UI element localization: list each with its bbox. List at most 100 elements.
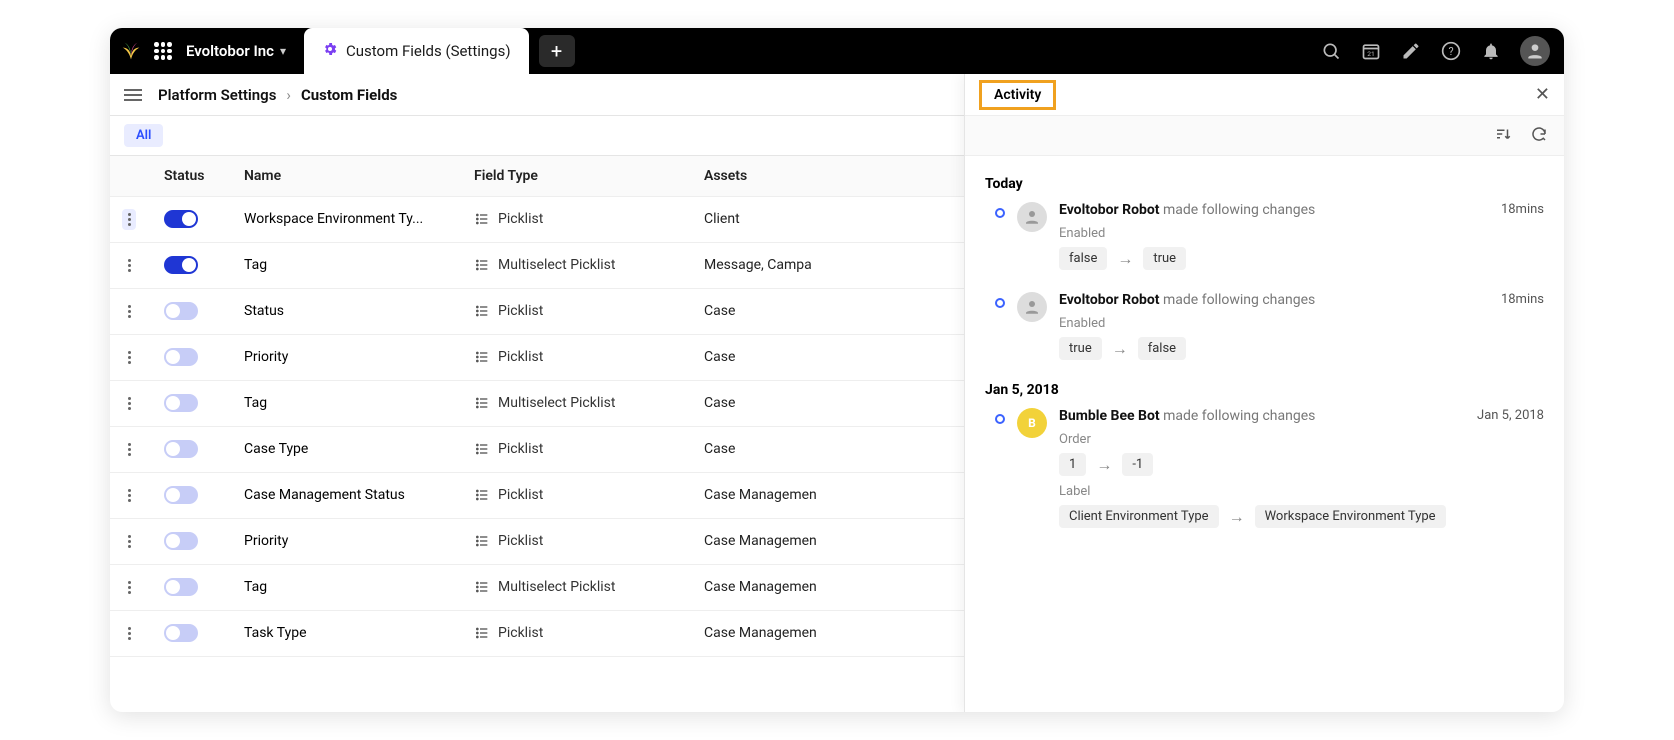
list-icon — [474, 625, 490, 641]
row-menu-icon[interactable] — [122, 209, 136, 230]
chevron-down-icon[interactable]: ▾ — [280, 44, 286, 58]
bell-icon[interactable] — [1480, 40, 1502, 62]
col-status[interactable]: Status — [152, 156, 232, 196]
row-type: Picklist — [498, 487, 543, 503]
status-toggle[interactable] — [164, 394, 198, 412]
actor-avatar — [1017, 202, 1047, 232]
arrow-right-icon: → — [1096, 455, 1112, 475]
org-name[interactable]: Evoltobor Inc — [186, 42, 274, 60]
activity-tab[interactable]: Activity — [979, 80, 1056, 110]
status-toggle[interactable] — [164, 532, 198, 550]
row-menu-icon[interactable] — [122, 301, 136, 322]
actor-name: Evoltobor Robot — [1059, 292, 1160, 308]
row-name: Tag — [232, 380, 462, 426]
row-assets: Message, Campa — [704, 257, 834, 273]
actor-name: Evoltobor Robot — [1059, 202, 1160, 218]
row-name: Tag — [232, 242, 462, 288]
list-icon — [474, 211, 490, 227]
activity-entry: Evoltobor Robot made following changes 1… — [985, 202, 1544, 270]
change-to: Workspace Environment Type — [1255, 505, 1446, 528]
row-name: Priority — [232, 334, 462, 380]
row-menu-icon[interactable] — [122, 531, 136, 552]
change-field: Order — [1059, 432, 1544, 447]
refresh-icon[interactable] — [1530, 125, 1548, 147]
row-name: Tag — [232, 564, 462, 610]
row-assets: Case Managemen — [704, 579, 834, 595]
entry-time: Jan 5, 2018 — [1477, 408, 1544, 423]
row-type: Multiselect Picklist — [498, 257, 615, 273]
menu-icon[interactable] — [124, 89, 142, 101]
status-toggle[interactable] — [164, 302, 198, 320]
row-menu-icon[interactable] — [122, 347, 136, 368]
row-name: Case Type — [232, 426, 462, 472]
row-assets: Case — [704, 349, 834, 365]
app-switcher-icon[interactable] — [154, 42, 172, 60]
list-icon — [474, 349, 490, 365]
arrow-right-icon: → — [1229, 507, 1245, 527]
action-text: made following changes — [1163, 292, 1315, 308]
change-to: true — [1143, 247, 1186, 270]
actor-avatar — [1017, 292, 1047, 322]
change-from: 1 — [1059, 453, 1086, 476]
list-icon — [474, 441, 490, 457]
row-menu-icon[interactable] — [122, 623, 136, 644]
status-toggle[interactable] — [164, 256, 198, 274]
row-menu-icon[interactable] — [122, 577, 136, 598]
change-from: true — [1059, 337, 1102, 360]
change-field: Label — [1059, 484, 1544, 499]
row-menu-icon[interactable] — [122, 393, 136, 414]
activity-date-label: Jan 5, 2018 — [985, 382, 1544, 398]
add-tab-button[interactable]: + — [539, 35, 575, 67]
row-menu-icon[interactable] — [122, 439, 136, 460]
calendar-icon[interactable]: 21 — [1360, 40, 1382, 62]
row-assets: Case — [704, 303, 834, 319]
entry-time: 18mins — [1501, 292, 1544, 307]
row-assets: Case Managemen — [704, 625, 834, 641]
sort-icon[interactable] — [1494, 125, 1512, 147]
list-icon — [474, 487, 490, 503]
row-menu-icon[interactable] — [122, 255, 136, 276]
action-text: made following changes — [1163, 202, 1315, 218]
row-type: Multiselect Picklist — [498, 579, 615, 595]
action-text: made following changes — [1163, 408, 1315, 424]
col-name[interactable]: Name — [232, 156, 462, 196]
row-type: Picklist — [498, 303, 543, 319]
status-toggle[interactable] — [164, 624, 198, 642]
status-toggle[interactable] — [164, 440, 198, 458]
brand-logo — [120, 40, 142, 62]
activity-entry: B Bumble Bee Bot made following changes … — [985, 408, 1544, 528]
col-type[interactable]: Field Type — [462, 156, 692, 196]
edit-icon[interactable] — [1400, 40, 1422, 62]
filter-chip-all[interactable]: All — [124, 124, 163, 147]
close-icon[interactable]: ✕ — [1535, 84, 1550, 105]
timeline-bullet — [995, 208, 1005, 218]
change-field: Enabled — [1059, 316, 1544, 331]
status-toggle[interactable] — [164, 486, 198, 504]
row-name: Case Management Status — [232, 472, 462, 518]
row-type: Picklist — [498, 441, 543, 457]
row-name: Status — [232, 288, 462, 334]
row-name: Priority — [232, 518, 462, 564]
help-icon[interactable]: ? — [1440, 40, 1462, 62]
search-icon[interactable] — [1320, 40, 1342, 62]
change-field: Enabled — [1059, 226, 1544, 241]
status-toggle[interactable] — [164, 348, 198, 366]
status-toggle[interactable] — [164, 578, 198, 596]
chevron-right-icon: › — [286, 86, 291, 104]
row-type: Picklist — [498, 349, 543, 365]
row-type: Picklist — [498, 533, 543, 549]
row-type: Picklist — [498, 211, 543, 227]
row-assets: Case — [704, 395, 834, 411]
row-assets: Case Managemen — [704, 533, 834, 549]
actor-avatar: B — [1017, 408, 1047, 438]
breadcrumb-root[interactable]: Platform Settings — [158, 86, 276, 104]
tab-custom-fields[interactable]: Custom Fields (Settings) — [304, 28, 529, 74]
activity-panel: Activity ✕ Today Evoltobor Robot made fo… — [964, 74, 1564, 712]
actor-name: Bumble Bee Bot — [1059, 408, 1160, 424]
row-assets: Client — [704, 211, 834, 227]
status-toggle[interactable] — [164, 210, 198, 228]
row-assets: Case — [704, 441, 834, 457]
user-avatar[interactable] — [1520, 36, 1550, 66]
change-to: false — [1138, 337, 1186, 360]
row-menu-icon[interactable] — [122, 485, 136, 506]
